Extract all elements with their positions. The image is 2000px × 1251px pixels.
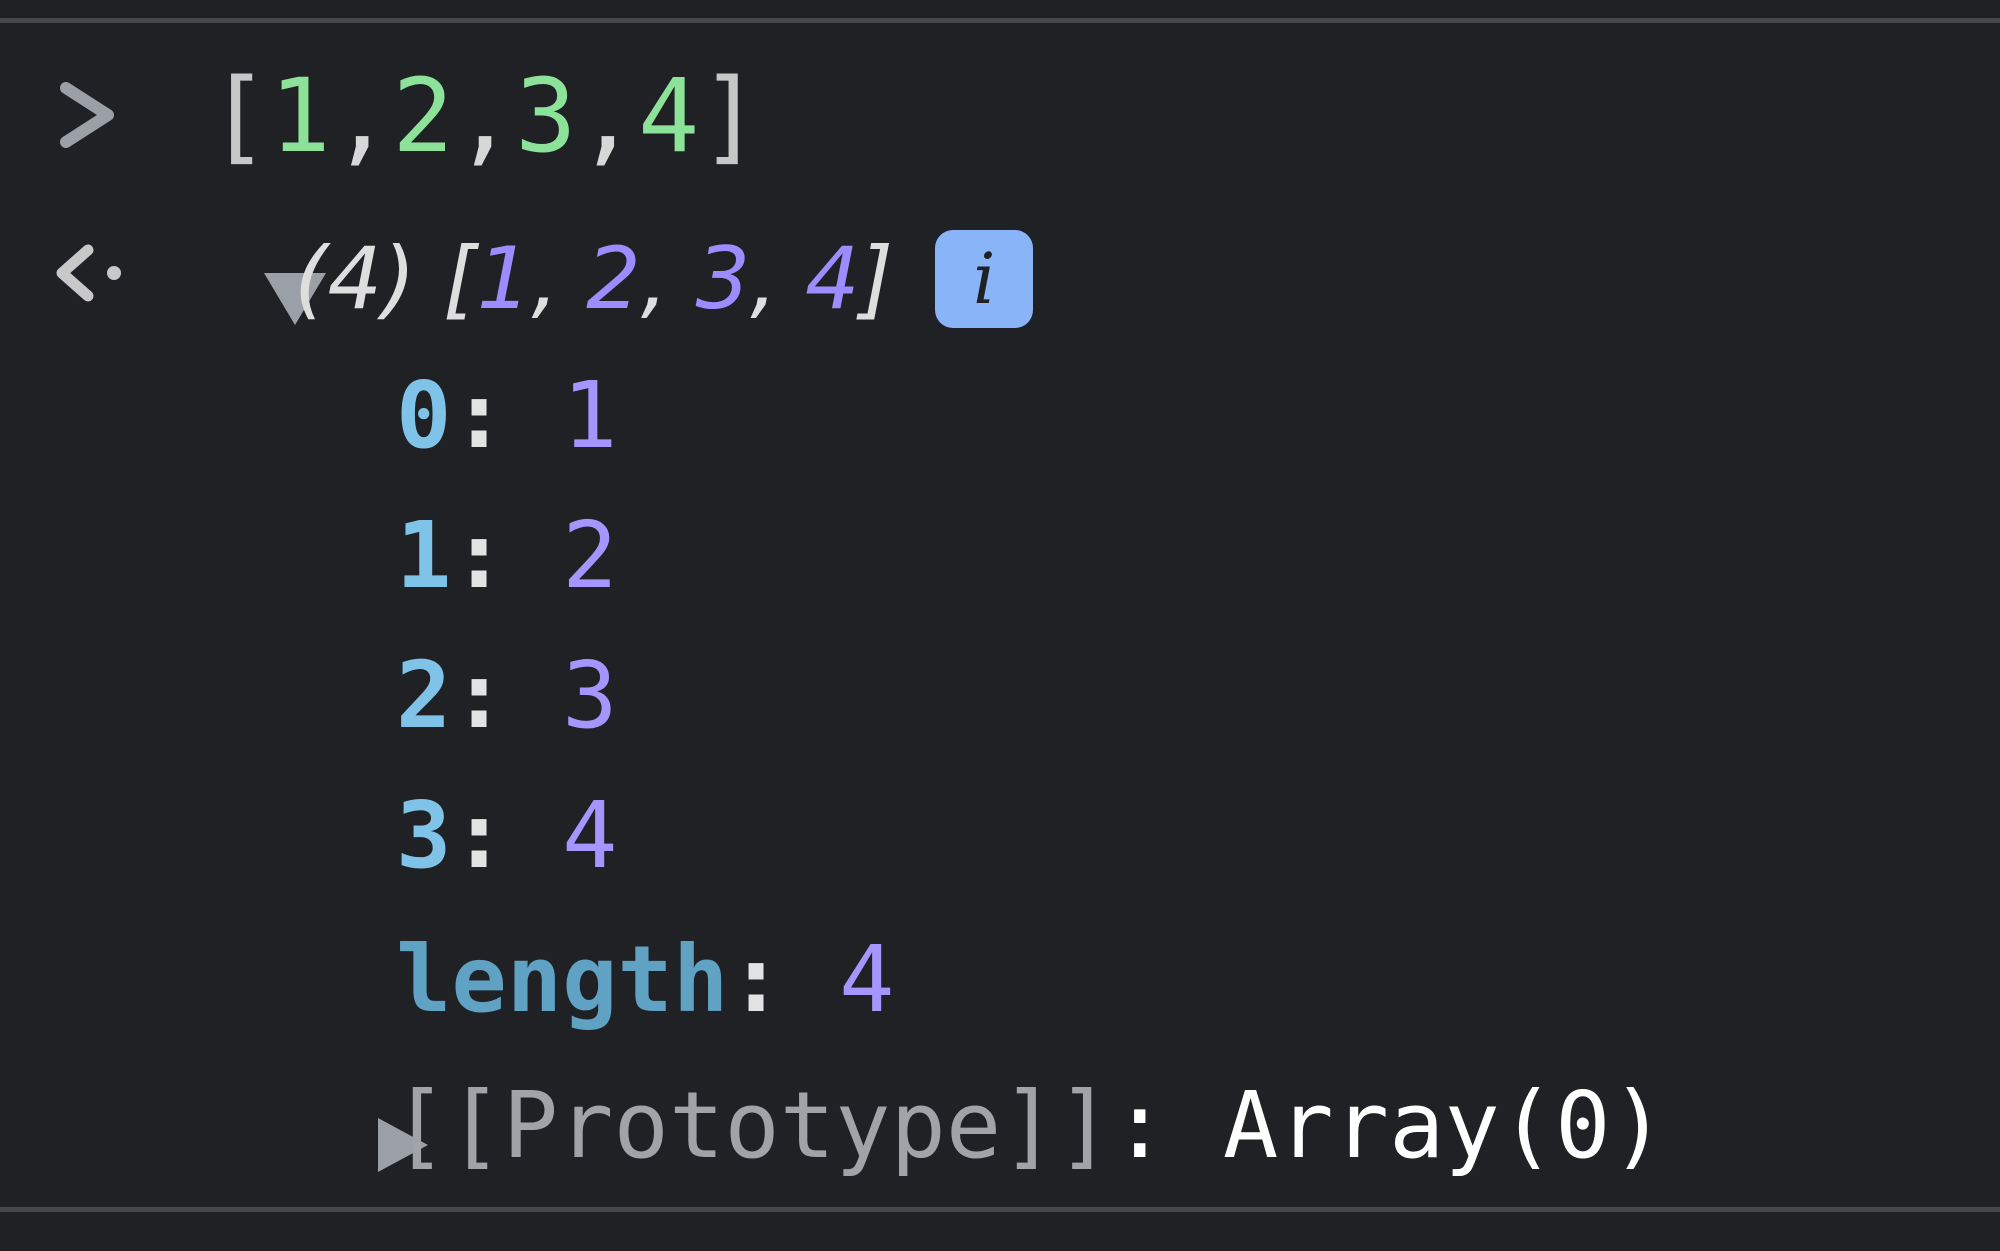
result-value: 4 — [804, 229, 860, 329]
input-close-bracket: ] — [699, 57, 761, 176]
result-close-bracket: ] — [859, 229, 894, 329]
result-summary[interactable]: (4) [1, 2, 3, 4] i — [202, 214, 1034, 344]
devtools-console: [1,2,3,4] (4) [1, 2, 3, 4] i 0: 1 1: 2 2… — [0, 0, 2000, 1251]
array-count: (4) — [294, 229, 416, 329]
return-arrow-icon — [52, 236, 126, 310]
property-key: 1 — [396, 502, 452, 609]
property-colon: : — [451, 362, 563, 469]
input-value: 2 — [392, 57, 454, 176]
result-separator: , — [750, 229, 805, 329]
property-key: length — [396, 926, 729, 1033]
chevron-right-icon — [52, 78, 126, 152]
console-input-expression[interactable]: [1,2,3,4] — [208, 52, 761, 182]
property-row: 2: 3 — [396, 636, 618, 756]
prototype-label: [[Prototype]] — [392, 1072, 1113, 1179]
result-value: 2 — [586, 229, 641, 329]
property-row: 3: 4 — [396, 776, 618, 896]
result-preview: (4) [1, 2, 3, 4] — [294, 224, 893, 334]
input-separator: , — [330, 57, 393, 176]
property-value: 1 — [562, 362, 618, 469]
result-value: 1 — [476, 229, 532, 329]
property-key: 2 — [396, 642, 452, 749]
triangle-right-icon[interactable] — [312, 1095, 428, 1172]
result-open-bracket: [ — [443, 229, 477, 329]
result-separator: , — [531, 229, 587, 329]
input-value: 4 — [637, 57, 700, 176]
prototype-colon: : — [1112, 1072, 1223, 1179]
property-row-length: length: 4 — [396, 920, 895, 1040]
input-separator: , — [576, 57, 638, 176]
property-row: 0: 1 — [396, 356, 618, 476]
property-colon: : — [451, 642, 563, 749]
property-key: 0 — [396, 362, 452, 469]
triangle-down-icon[interactable] — [202, 244, 326, 325]
input-open-bracket: [ — [208, 57, 270, 176]
property-colon: : — [451, 502, 563, 609]
property-colon: : — [451, 782, 563, 889]
console-divider-bottom — [0, 1207, 2000, 1212]
info-icon[interactable]: i — [935, 230, 1034, 328]
property-value: 4 — [562, 782, 618, 889]
property-key: 3 — [396, 782, 452, 889]
prototype-row[interactable]: [[Prototype]]: Array(0) — [312, 1066, 1666, 1186]
property-row: 1: 2 — [396, 496, 618, 616]
property-value: 4 — [839, 926, 895, 1033]
result-separator: , — [640, 229, 696, 329]
input-value: 1 — [269, 57, 331, 176]
result-value: 3 — [695, 229, 751, 329]
input-value: 3 — [515, 57, 577, 176]
input-separator: , — [453, 57, 516, 176]
console-divider-top — [0, 18, 2000, 23]
property-value: 2 — [562, 502, 618, 609]
property-colon: : — [728, 926, 840, 1033]
prototype-value: Array(0) — [1222, 1072, 1666, 1179]
property-value: 3 — [562, 642, 618, 749]
